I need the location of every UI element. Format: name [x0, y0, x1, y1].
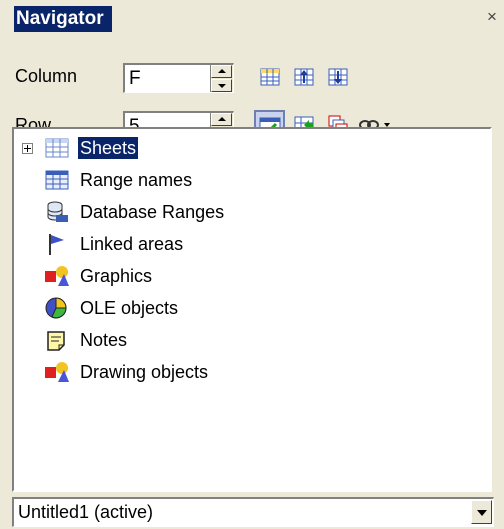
tree-item-label: Sheets	[78, 137, 139, 159]
column-down-arrow-icon[interactable]	[211, 79, 232, 92]
range-names-icon	[44, 168, 72, 194]
chevron-down-icon[interactable]	[471, 500, 492, 524]
start-icon[interactable]	[291, 64, 317, 90]
sheets-icon	[44, 136, 72, 162]
data-range-icon[interactable]	[257, 64, 283, 90]
flag-icon	[44, 232, 72, 258]
column-value[interactable]: F	[129, 68, 141, 90]
column-label: Column	[15, 66, 78, 86]
close-icon[interactable]: ×	[484, 6, 500, 28]
navigator-tree[interactable]: Sheets Range names Database Ranges Linke…	[12, 127, 492, 492]
ole-icon	[44, 296, 72, 322]
window-title: Navigator	[14, 6, 112, 32]
document-select-value: Untitled1 (active)	[18, 502, 154, 522]
document-select[interactable]: Untitled1 (active)	[12, 497, 494, 527]
row-up-arrow-icon[interactable]	[211, 113, 232, 126]
tree-item-label: Database Ranges	[80, 202, 225, 222]
end-icon[interactable]	[325, 64, 351, 90]
tree-item-label: OLE objects	[80, 298, 179, 318]
column-spinfield[interactable]: F	[123, 63, 234, 93]
drawing-icon	[44, 360, 72, 386]
tree-item-label: Notes	[80, 330, 128, 350]
expand-icon[interactable]	[22, 143, 33, 154]
column-up-arrow-icon[interactable]	[211, 65, 232, 78]
notes-icon	[44, 328, 72, 354]
tree-item-label: Linked areas	[80, 234, 184, 254]
tree-item-label: Drawing objects	[80, 362, 209, 382]
title-bar[interactable]: Navigator ×	[0, 0, 504, 40]
tree-item-label: Graphics	[80, 266, 153, 286]
graphics-icon	[44, 264, 72, 290]
database-icon	[44, 200, 72, 226]
tree-item-label: Range names	[80, 170, 193, 190]
